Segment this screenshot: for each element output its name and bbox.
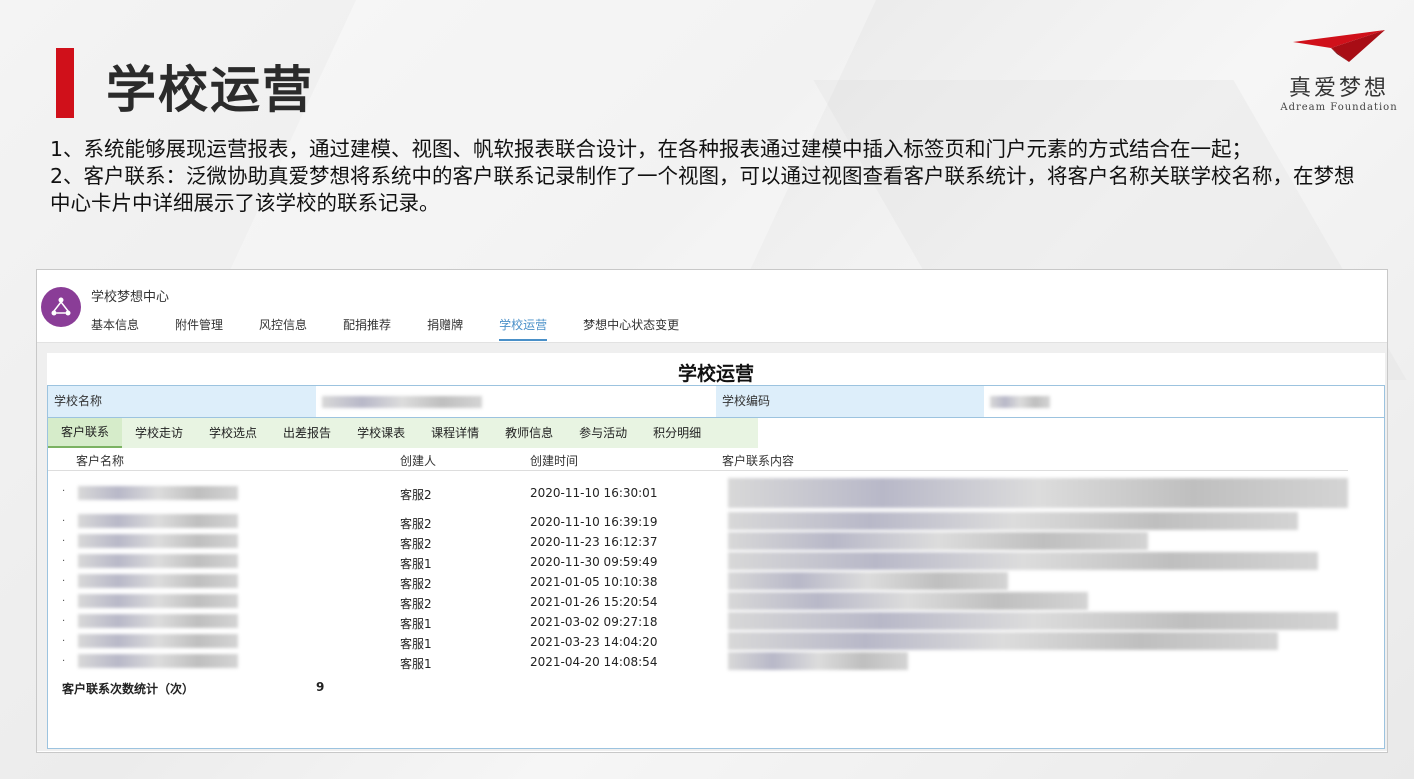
table-row[interactable]: · 客服2 2020-11-10 16:39:19 xyxy=(48,512,1348,532)
tab-attachments[interactable]: 附件管理 xyxy=(175,316,223,341)
app-window: 学校梦想中心 基本信息 附件管理 风控信息 配捐推荐 捐赠牌 学校运营 梦想中心… xyxy=(36,269,1388,753)
redacted-contact-content xyxy=(728,478,1348,508)
subtab-points-detail[interactable]: 积分明细 xyxy=(640,418,714,448)
redacted-contact-content xyxy=(728,612,1338,630)
school-operations-card: 学校运营 学校名称 学校编码 客户联系 学校走访 学校选点 出差报告 学校课表 xyxy=(47,353,1385,749)
contact-table: 客户名称 创建人 创建时间 客户联系内容 · 客服2 2020-11-10 16… xyxy=(47,448,1385,749)
school-name-label: 学校名称 xyxy=(48,386,316,417)
time-cell: 2021-01-05 10:10:38 xyxy=(530,575,658,589)
description-paragraph: 2、客户联系：泛微协助真爱梦想将系统中的客户联系记录制作了一个视图，可以通过视图… xyxy=(50,164,1355,215)
redacted-contact-content xyxy=(728,512,1298,530)
contact-count-value: 9 xyxy=(316,680,325,694)
column-header: 客户联系内容 xyxy=(722,454,795,468)
redacted-customer-name xyxy=(78,534,238,548)
table-row[interactable]: · 客服1 2021-03-02 09:27:18 xyxy=(48,612,1348,632)
redacted-customer-name xyxy=(78,634,238,648)
tab-basic-info[interactable]: 基本信息 xyxy=(91,316,139,341)
redacted-customer-name xyxy=(78,614,238,628)
description: 1、系统能够展现运营报表，通过建模、视图、帆软报表联合设计，在各种报表通过建模中… xyxy=(50,136,1370,217)
time-cell: 2021-01-26 15:20:54 xyxy=(530,595,658,609)
creator-cell: 客服1 xyxy=(400,617,432,631)
time-cell: 2020-11-10 16:39:19 xyxy=(530,515,658,529)
school-name-value xyxy=(316,386,716,417)
redacted-contact-content xyxy=(728,552,1318,570)
subtab-school-schedule[interactable]: 学校课表 xyxy=(344,418,418,448)
top-nav: 基本信息 附件管理 风控信息 配捐推荐 捐赠牌 学校运营 梦想中心状态变更 xyxy=(91,316,715,341)
redacted-customer-name xyxy=(78,574,238,588)
subtab-school-site[interactable]: 学校选点 xyxy=(196,418,270,448)
table-row[interactable]: · 客服2 2021-01-26 15:20:54 xyxy=(48,592,1348,612)
creator-cell: 客服2 xyxy=(400,517,432,531)
redacted-contact-content xyxy=(728,652,908,670)
subtab-activities[interactable]: 参与活动 xyxy=(566,418,640,448)
logo-text-en: Adream Foundation xyxy=(1280,102,1398,113)
logo-text-cn: 真爱梦想 xyxy=(1288,76,1389,101)
tab-matching-donation[interactable]: 配捐推荐 xyxy=(343,316,391,341)
redacted-value xyxy=(322,396,482,408)
column-header: 创建时间 xyxy=(530,454,579,468)
school-info-row: 学校名称 学校编码 xyxy=(47,385,1385,418)
redacted-contact-content xyxy=(728,592,1088,610)
creator-cell: 客服2 xyxy=(400,577,432,591)
redacted-contact-content xyxy=(728,632,1278,650)
table-row[interactable]: · 客服2 2021-01-05 10:10:38 xyxy=(48,572,1348,592)
tab-donation-plaque[interactable]: 捐赠牌 xyxy=(427,316,463,341)
creator-cell: 客服1 xyxy=(400,657,432,671)
creator-cell: 客服1 xyxy=(400,557,432,571)
description-paragraph: 1、系统能够展现运营报表，通过建模、视图、帆软报表联合设计，在各种报表通过建模中… xyxy=(50,137,1253,161)
content-area: 学校运营 学校名称 学校编码 客户联系 学校走访 学校选点 出差报告 学校课表 xyxy=(37,343,1387,751)
table-row[interactable]: · 客服1 2020-11-30 09:59:49 xyxy=(48,552,1348,572)
creator-cell: 客服2 xyxy=(400,537,432,551)
time-cell: 2020-11-10 16:30:01 xyxy=(530,486,658,500)
time-cell: 2021-04-20 14:08:54 xyxy=(530,655,658,669)
table-row[interactable]: · 客服2 2020-11-10 16:30:01 xyxy=(48,478,1348,508)
time-cell: 2021-03-02 09:27:18 xyxy=(530,615,658,629)
redacted-customer-name xyxy=(78,554,238,568)
table-header: 客户名称 创建人 创建时间 客户联系内容 xyxy=(48,452,1348,471)
app-header: 学校梦想中心 基本信息 附件管理 风控信息 配捐推荐 捐赠牌 学校运营 梦想中心… xyxy=(37,270,1387,343)
tab-school-operations[interactable]: 学校运营 xyxy=(499,316,548,341)
time-cell: 2020-11-23 16:12:37 xyxy=(530,535,658,549)
tab-status-change[interactable]: 梦想中心状态变更 xyxy=(583,316,679,341)
redacted-customer-name xyxy=(78,594,238,608)
time-cell: 2021-03-23 14:04:20 xyxy=(530,635,658,649)
subtab-customer-contact[interactable]: 客户联系 xyxy=(48,418,123,448)
table-row[interactable]: · 客服2 2020-11-23 16:12:37 xyxy=(48,532,1348,552)
tab-risk-info[interactable]: 风控信息 xyxy=(259,316,307,341)
creator-cell: 客服1 xyxy=(400,637,432,651)
paper-plane-icon xyxy=(1293,30,1385,62)
contact-count-label: 客户联系次数统计（次） xyxy=(62,682,195,696)
title-accent-bar xyxy=(56,48,74,118)
redacted-value xyxy=(990,396,1050,408)
redacted-contact-content xyxy=(728,572,1008,590)
school-code-label: 学校编码 xyxy=(716,386,984,417)
redacted-customer-name xyxy=(78,486,238,500)
column-header: 创建人 xyxy=(400,454,437,468)
school-code-value xyxy=(984,386,1384,417)
app-title: 学校梦想中心 xyxy=(91,290,170,305)
share-network-icon xyxy=(41,287,81,327)
creator-cell: 客服2 xyxy=(400,597,432,611)
column-header: 客户名称 xyxy=(76,454,125,468)
creator-cell: 客服2 xyxy=(400,488,432,502)
table-row[interactable]: · 客服1 2021-03-23 14:04:20 xyxy=(48,632,1348,652)
page-title: 学校运营 xyxy=(106,61,314,119)
subtab-course-details[interactable]: 课程详情 xyxy=(418,418,492,448)
subtab-trip-report[interactable]: 出差报告 xyxy=(270,418,344,448)
sub-tab-bar: 客户联系 学校走访 学校选点 出差报告 学校课表 课程详情 教师信息 参与活动 … xyxy=(47,418,1385,448)
card-title: 学校运营 xyxy=(677,363,754,385)
subtab-school-visit[interactable]: 学校走访 xyxy=(122,418,196,448)
time-cell: 2020-11-30 09:59:49 xyxy=(530,555,658,569)
redacted-customer-name xyxy=(78,654,238,668)
redacted-customer-name xyxy=(78,514,238,528)
redacted-contact-content xyxy=(728,532,1148,550)
brand-logo: 真爱梦想 Adream Foundation xyxy=(1276,28,1402,118)
table-row[interactable]: · 客服1 2021-04-20 14:08:54 xyxy=(48,652,1348,672)
subtab-teacher-info[interactable]: 教师信息 xyxy=(492,418,566,448)
